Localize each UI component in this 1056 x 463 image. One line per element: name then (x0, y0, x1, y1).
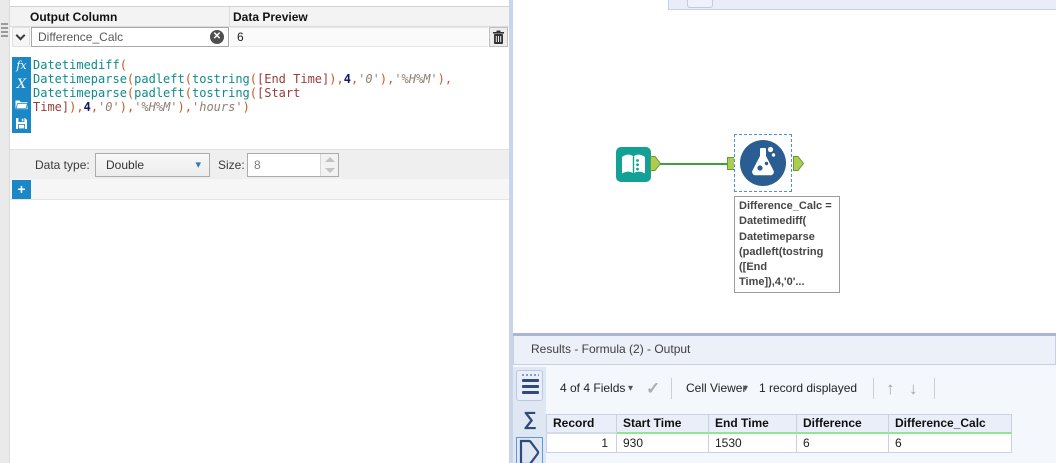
expression-row: Difference_Calc ✕ 6 (10, 27, 509, 48)
output-column-header: Output Column (30, 10, 118, 24)
data-type-label: Data type: (35, 158, 90, 172)
caret-down-icon[interactable]: ▾ (743, 367, 748, 410)
caret-down-icon[interactable]: ▾ (628, 367, 633, 410)
formula-tool-output-anchor[interactable] (793, 156, 804, 171)
column-header[interactable]: Record (546, 414, 617, 434)
data-type-row: Data type: Double ▾ Size: 8 (10, 149, 509, 179)
table-header-row: Record Start Time End Time Difference Differ… (546, 414, 1012, 434)
cell-viewer-dropdown[interactable]: Cell Viewer (686, 367, 746, 410)
tool-annotation[interactable]: Difference_Calc = Datetimediff(Datetimepa… (734, 196, 840, 293)
code-line: Time]),4,'0'),'%H%M'),'hours') (33, 100, 250, 114)
trash-icon (493, 30, 504, 44)
results-panel: Results - Formula (2) - Output ∑ 4 of 4 … (513, 333, 1056, 463)
table-view-button[interactable] (516, 370, 543, 401)
code-line: Datetimeparse(padleft(tostring([Start (33, 86, 301, 100)
editor-icon-column: fx X (12, 57, 31, 133)
record-count-label: 1 record displayed (759, 381, 858, 395)
pentagon-icon (519, 439, 540, 463)
spin-down-icon (325, 168, 335, 173)
delete-expression-button[interactable] (489, 27, 508, 47)
caret-down-icon: ▾ (195, 159, 201, 171)
code-line: Datetimeparse(padleft(tostring([End Time… (33, 72, 453, 86)
canvas-toolbar-remnant (668, 0, 1056, 10)
annotation-text: Difference_Calc = Datetimediff(Datetimepa… (739, 200, 832, 289)
output-column-input[interactable]: Difference_Calc (31, 27, 229, 47)
size-spinner[interactable] (320, 154, 338, 176)
data-preview-header: Data Preview (233, 10, 308, 24)
data-preview-value: 6 (230, 27, 488, 47)
results-icon-strip: ∑ (513, 367, 546, 463)
expression-editor: fx X Datetimediff(Datetimeparse(padleft… (10, 49, 509, 149)
code-line: Datetimediff( (33, 58, 127, 72)
column-header[interactable]: End Time (709, 414, 797, 434)
rows-icon (522, 379, 539, 382)
connection-wire[interactable] (660, 163, 728, 165)
data-type-dropdown[interactable]: Double ▾ (95, 153, 210, 177)
toolbar-separator (873, 378, 874, 399)
data-view-button[interactable] (516, 437, 543, 463)
cell[interactable]: 6 (889, 434, 1012, 453)
apply-check-icon[interactable]: ✓ (646, 367, 660, 410)
variables-icon[interactable]: X (12, 76, 31, 95)
column-header[interactable]: Start Time (617, 414, 709, 434)
toolbar-separator (671, 378, 672, 399)
size-label: Size: (218, 158, 245, 172)
left-collapse-rail[interactable] (0, 0, 10, 463)
formula-tool[interactable] (740, 140, 786, 186)
profile-sigma-button[interactable]: ∑ (518, 408, 542, 432)
spin-up-icon (325, 157, 335, 162)
scroll-up-icon[interactable]: ↑ (886, 367, 895, 410)
scroll-down-icon[interactable]: ↓ (909, 367, 918, 410)
canvas-toolbar-button[interactable] (687, 0, 713, 8)
add-expression-row: + (10, 179, 509, 200)
flask-icon (752, 146, 776, 176)
results-body: ∑ 4 of 4 Fields ▾ ✓ Cell Viewer ▾ 1 reco… (513, 367, 1056, 463)
grip-icon (1, 23, 8, 39)
results-toolbar: 4 of 4 Fields ▾ ✓ Cell Viewer ▾ 1 record… (546, 367, 1056, 410)
fields-dropdown[interactable]: 4 of 4 Fields (560, 367, 625, 410)
column-header[interactable]: Difference (797, 414, 889, 434)
book-icon (622, 154, 645, 174)
chevron-down-icon (15, 30, 26, 41)
functions-icon[interactable]: fx (12, 57, 31, 76)
expression-grid-header: Output Column Data Preview (10, 7, 509, 27)
workflow-canvas[interactable]: Difference_Calc = Datetimediff(Datetimepa… (513, 0, 1056, 333)
column-separator (229, 7, 230, 27)
results-table[interactable]: Record Start Time End Time Difference Differ… (546, 414, 1012, 453)
grip-dots-icon (522, 374, 539, 376)
cell[interactable]: 6 (797, 434, 889, 453)
clear-field-icon[interactable]: ✕ (210, 30, 224, 44)
alteryx-designer-window: Output Column Data Preview Difference_Ca… (0, 0, 1056, 463)
cell[interactable]: 1 (546, 434, 617, 453)
formula-code[interactable]: Datetimediff(Datetimeparse(padleft(tostr… (33, 58, 501, 114)
add-expression-button[interactable]: + (12, 180, 31, 199)
recent-expressions-icon[interactable] (12, 95, 31, 114)
toolbar-separator (934, 378, 935, 399)
collapse-expression-button[interactable] (12, 27, 30, 47)
column-header[interactable]: Difference_Calc (889, 414, 1012, 434)
results-title-bar: Results - Formula (2) - Output (513, 336, 1056, 365)
cell[interactable]: 930 (617, 434, 709, 453)
table-row[interactable]: 1 930 1530 6 6 (546, 434, 1012, 453)
cell[interactable]: 1530 (709, 434, 797, 453)
input-data-tool[interactable] (616, 147, 651, 182)
save-expression-icon[interactable] (12, 114, 31, 133)
size-input[interactable]: 8 (247, 153, 339, 177)
formula-configuration-panel: Output Column Data Preview Difference_Ca… (10, 0, 509, 463)
